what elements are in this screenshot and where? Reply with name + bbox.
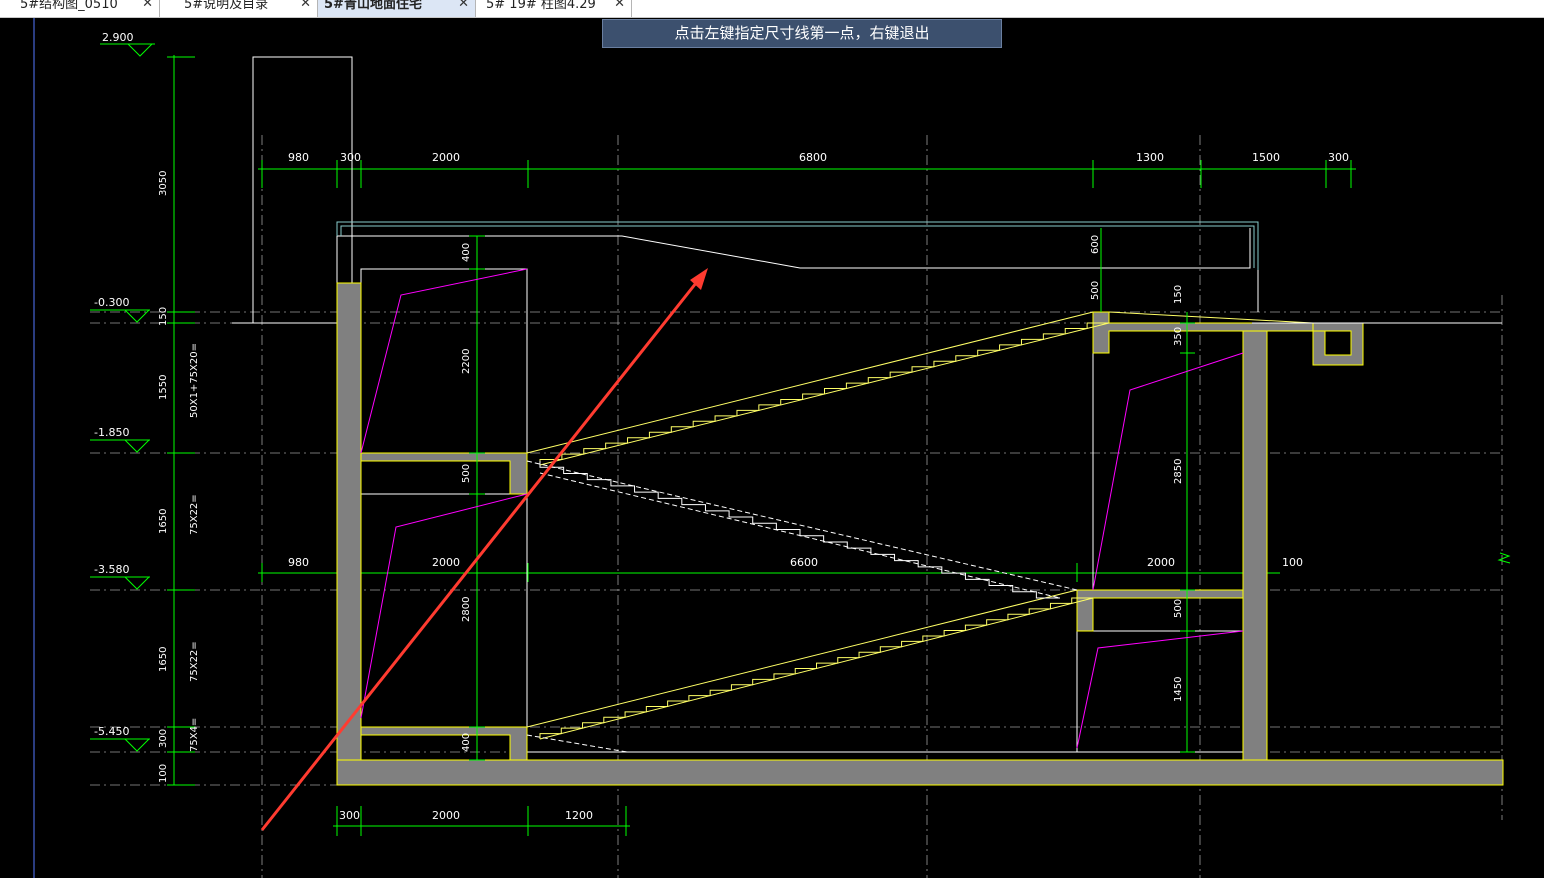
cad-drawing-canvas[interactable]: 2.900 -0.300 -1.850 -3.580 -5.450 3050 1… — [0, 0, 1544, 878]
slab-top-right — [1092, 311, 1326, 354]
stair-note: 75X22= — [189, 494, 200, 535]
top-dimension-texts: 980 300 2000 6800 1300 1500 300 — [288, 151, 1349, 164]
bottom-dimension-texts: 300 2000 1200 — [339, 809, 593, 822]
elevation-label: -0.300 — [94, 296, 129, 309]
dim-text: 980 — [288, 556, 309, 569]
roof-outline — [336, 221, 1259, 270]
landing-upper-left — [360, 452, 528, 495]
dim-text: 150 — [158, 307, 169, 326]
elevation-markers — [90, 43, 155, 752]
dim-text: 500 — [1173, 599, 1184, 618]
dim-text: 350 — [1173, 327, 1184, 346]
left-dimension-texts: 3050 150 1550 1650 1650 300 100 50X1+75X… — [158, 171, 200, 783]
dim-text: 2000 — [432, 556, 460, 569]
elevation-labels: 2.900 -0.300 -1.850 -3.580 -5.450 — [94, 31, 134, 738]
dim-text: 1550 — [158, 375, 169, 400]
dim-text: 2200 — [461, 349, 472, 374]
landing-right — [1076, 589, 1244, 632]
right-wall — [1242, 330, 1268, 761]
dim-text: 600 — [1090, 235, 1101, 254]
rebar-lines — [360, 268, 1244, 749]
concrete-walls — [336, 282, 1504, 786]
elevation-label: 2.900 — [102, 31, 134, 44]
inner-dimension-chain — [469, 228, 1195, 761]
dim-text: 150 — [1173, 285, 1184, 304]
mid-dimension-chain — [258, 563, 1280, 582]
dim-text: 2800 — [461, 597, 472, 622]
elevation-label: -1.850 — [94, 426, 129, 439]
stair-note: 50X1+75X20= — [189, 343, 200, 418]
dim-text: 1200 — [565, 809, 593, 822]
annotation-arrow — [260, 268, 708, 831]
landing-lower-left — [360, 726, 528, 761]
stair-note: 75X22= — [189, 641, 200, 682]
dim-text: 300 — [1328, 151, 1349, 164]
dim-text: 300 — [340, 151, 361, 164]
dim-text: 2000 — [432, 809, 460, 822]
dim-text: 3050 — [158, 171, 169, 196]
dim-text: 980 — [288, 151, 309, 164]
inner-dimension-texts: 400 2200 500 2800 400 600 500 150 350 28… — [461, 235, 1184, 752]
dim-text: 300 — [339, 809, 360, 822]
elevation-label: -3.580 — [94, 563, 129, 576]
hidden-stair — [526, 460, 1078, 753]
elevation-label: -5.450 — [94, 725, 129, 738]
top-dimension-chain — [258, 160, 1356, 188]
command-prompt-tooltip: 点击左键指定尺寸线第一点，右键退出 — [602, 19, 1002, 48]
dim-text: 1650 — [158, 647, 169, 672]
mid-dimension-texts: 980 300 2000 6600 2000 300 100 — [288, 556, 1303, 569]
dim-text: 1650 — [158, 509, 169, 534]
dim-text: 1450 — [1173, 677, 1184, 702]
dim-text: 6800 — [799, 151, 827, 164]
dim-text: 2850 — [1173, 459, 1184, 484]
gutter — [1312, 322, 1364, 366]
dim-text: 400 — [461, 733, 472, 752]
stair-flights — [526, 311, 1314, 740]
building-outline — [232, 56, 1259, 760]
dim-text: 100 — [158, 764, 169, 783]
dim-text: 1500 — [1252, 151, 1280, 164]
dim-text: 6600 — [790, 556, 818, 569]
break-mark — [1497, 552, 1511, 564]
dim-text: 1300 — [1136, 151, 1164, 164]
dim-text: 300 — [158, 729, 169, 748]
dim-text: 2000 — [1147, 556, 1175, 569]
base-slab — [336, 759, 1504, 786]
dim-text: 500 — [1090, 281, 1101, 300]
stair-note: 75X4= — [189, 718, 200, 752]
dim-text: 2000 — [432, 151, 460, 164]
dim-text: 400 — [461, 243, 472, 262]
left-wall — [336, 282, 362, 762]
dim-text: 100 — [1282, 556, 1303, 569]
dim-text: 500 — [461, 464, 472, 483]
